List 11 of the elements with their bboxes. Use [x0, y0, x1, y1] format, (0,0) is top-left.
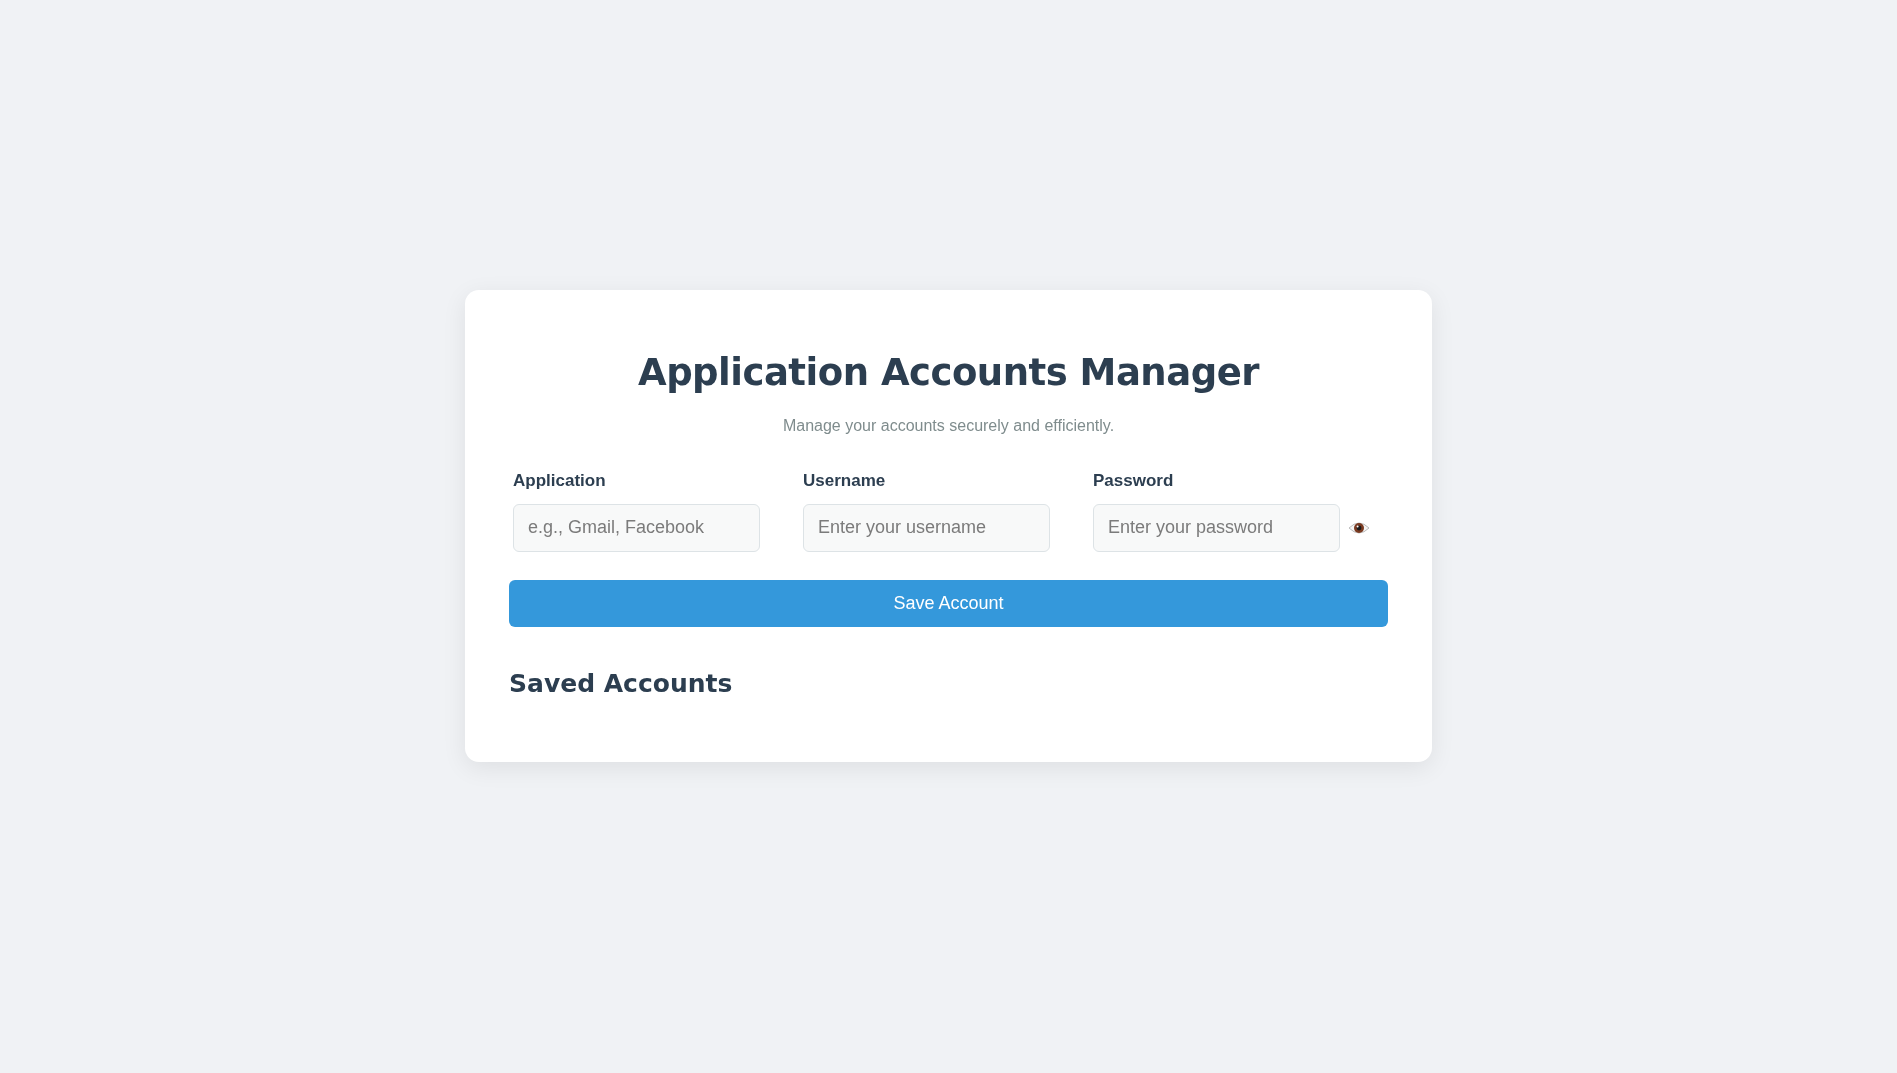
section-heading: Saved Accounts — [509, 667, 734, 700]
field-label: Username — [803, 470, 887, 493]
subtitle: Manage your accounts securely and efficiently. — [782, 416, 1115, 437]
input-field[interactable]: Enter your username — [803, 503, 1050, 552]
eye-icon[interactable] — [1348, 519, 1370, 536]
page-title: Application Accounts Manager — [638, 350, 1259, 396]
field-label: Application — [513, 470, 607, 493]
field-label: Password — [1093, 470, 1175, 493]
save-account-button[interactable]: Save Account — [509, 579, 1388, 627]
input-field[interactable]: e.g., Gmail, Facebook — [513, 503, 760, 552]
input-field[interactable]: Enter your password — [1093, 503, 1340, 552]
